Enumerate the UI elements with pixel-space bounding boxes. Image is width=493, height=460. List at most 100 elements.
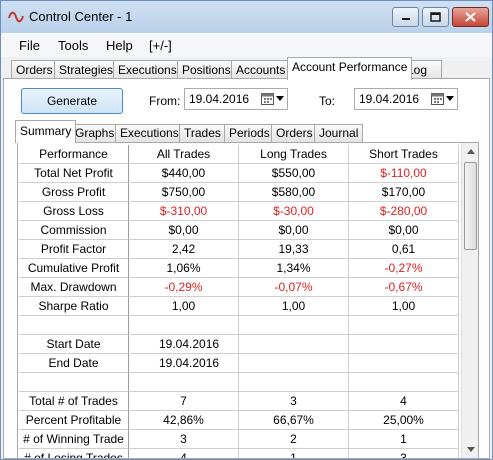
table-row[interactable]: Cumulative Profit 1,06% 1,34% -0,27% <box>19 259 459 278</box>
row-label: Total # of Trades <box>19 392 129 411</box>
row-label: Gross Loss <box>19 202 129 221</box>
subtab-graphs[interactable]: Graphs <box>70 124 120 142</box>
column-header: Performance <box>19 145 129 164</box>
table-row[interactable]: Gross Loss $-310,00 $-30,00 $-280,00 <box>19 202 459 221</box>
column-header: All Trades <box>129 145 239 164</box>
row-label: Sharpe Ratio <box>19 297 129 316</box>
table-cell: 4 <box>129 449 239 458</box>
table-row[interactable]: Sharpe Ratio 1,00 1,00 1,00 <box>19 297 459 316</box>
table-cell <box>349 373 459 392</box>
table-cell: 3 <box>349 449 459 458</box>
row-label: Cumulative Profit <box>19 259 129 278</box>
menu-tools[interactable]: Tools <box>58 38 88 53</box>
table-row[interactable]: End Date 19.04.2016 <box>19 354 459 373</box>
table-row[interactable]: # of Losing Trades 4 1 3 <box>19 449 459 458</box>
table-cell: $580,00 <box>239 183 349 202</box>
table-cell: 7 <box>129 392 239 411</box>
control-center-window: Control Center - 1 File Tools Help [+/-]… <box>0 0 493 460</box>
table-cell: $-30,00 <box>239 202 349 221</box>
table-cell: 1,00 <box>129 297 239 316</box>
table-cell: 1,00 <box>239 297 349 316</box>
table-cell: 2,42 <box>129 240 239 259</box>
table-cell <box>349 354 459 373</box>
vertical-scrollbar[interactable] <box>461 143 478 458</box>
subtab-executions[interactable]: Executions <box>115 124 184 142</box>
app-logo-icon <box>8 11 24 23</box>
row-label: Commission <box>19 221 129 240</box>
table-cell <box>349 335 459 354</box>
arrow-down-icon <box>466 447 475 452</box>
menu-help[interactable]: Help <box>106 38 133 53</box>
maximize-icon <box>430 12 441 22</box>
row-label: Start Date <box>19 335 129 354</box>
table-cell: 19,33 <box>239 240 349 259</box>
from-date-picker[interactable]: 19.04.2016 <box>184 88 288 110</box>
table-row[interactable]: Gross Profit $750,00 $580,00 $170,00 <box>19 183 459 202</box>
tab-orders[interactable]: Orders <box>11 60 58 80</box>
maximize-button[interactable] <box>422 7 449 27</box>
close-button[interactable] <box>452 7 489 27</box>
tab-account-performance[interactable]: Account Performance <box>287 57 413 80</box>
arrow-up-icon <box>466 149 475 154</box>
to-date-picker[interactable]: 19.04.2016 <box>354 88 458 110</box>
chevron-down-icon <box>446 96 454 101</box>
window-title: Control Center - 1 <box>29 9 133 24</box>
calendar-icon <box>431 93 444 105</box>
table-cell <box>349 316 459 335</box>
table-row[interactable]: Start Date 19.04.2016 <box>19 335 459 354</box>
menu-expand-toggle[interactable]: [+/-] <box>149 38 172 53</box>
generate-button[interactable]: Generate <box>21 88 123 114</box>
tab-positions[interactable]: Positions <box>177 60 236 80</box>
row-label: Total Net Profit <box>19 164 129 183</box>
table-row[interactable]: Total Net Profit $440,00 $550,00 $-110,00 <box>19 164 459 183</box>
minimize-icon <box>401 18 410 20</box>
table-row[interactable]: Total # of Trades 7 3 4 <box>19 392 459 411</box>
table-row[interactable]: Percent Profitable 42,86% 66,67% 25,00% <box>19 411 459 430</box>
to-date-value: 19.04.2016 <box>359 92 420 106</box>
scroll-up-button[interactable] <box>462 143 478 160</box>
table-cell: 25,00% <box>349 411 459 430</box>
table-row[interactable] <box>19 316 459 335</box>
tab-strategies[interactable]: Strategies <box>54 60 119 80</box>
subtab-summary[interactable]: Summary <box>15 120 77 143</box>
table-row[interactable] <box>19 373 459 392</box>
row-label <box>19 316 129 335</box>
row-label: Max. Drawdown <box>19 278 129 297</box>
table-cell: $750,00 <box>129 183 239 202</box>
table-row[interactable]: Commission $0,00 $0,00 $0,00 <box>19 221 459 240</box>
table-cell <box>239 373 349 392</box>
tab-executions[interactable]: Executions <box>113 60 182 80</box>
tab-accounts[interactable]: Accounts <box>231 60 291 80</box>
scroll-thumb[interactable] <box>464 162 477 250</box>
table-row[interactable]: Max. Drawdown -0,29% -0,07% -0,67% <box>19 278 459 297</box>
table-row[interactable]: # of Winning Trade 3 2 1 <box>19 430 459 449</box>
table-cell <box>239 316 349 335</box>
table-cell: 4 <box>349 392 459 411</box>
from-date-value: 19.04.2016 <box>189 92 250 106</box>
table-cell: 1,06% <box>129 259 239 278</box>
table-cell: 19.04.2016 <box>129 335 239 354</box>
table-cell: 42,86% <box>129 411 239 430</box>
title-bar[interactable]: Control Center - 1 <box>1 1 492 33</box>
table-cell: -0,07% <box>239 278 349 297</box>
subtab-trades[interactable]: Trades <box>179 124 226 142</box>
to-label: To: <box>319 94 336 108</box>
row-label: End Date <box>19 354 129 373</box>
row-label <box>19 373 129 392</box>
table-cell <box>239 335 349 354</box>
subtab-periods[interactable]: Periods <box>224 124 275 142</box>
subtab-journal[interactable]: Journal <box>314 124 364 142</box>
subtab-orders[interactable]: Orders <box>271 124 318 142</box>
menu-file[interactable]: File <box>19 38 40 53</box>
row-label: Profit Factor <box>19 240 129 259</box>
calendar-icon <box>261 93 274 105</box>
table-cell: 19.04.2016 <box>129 354 239 373</box>
table-cell: -0,67% <box>349 278 459 297</box>
scroll-down-button[interactable] <box>462 441 478 458</box>
table-cell: $440,00 <box>129 164 239 183</box>
table-row[interactable]: Profit Factor 2,42 19,33 0,61 <box>19 240 459 259</box>
table-cell: 1,34% <box>239 259 349 278</box>
summary-panel: Performance All Trades Long Trades Short Tr… <box>17 142 479 459</box>
row-label: # of Losing Trades <box>19 449 129 458</box>
minimize-button[interactable] <box>392 7 419 27</box>
